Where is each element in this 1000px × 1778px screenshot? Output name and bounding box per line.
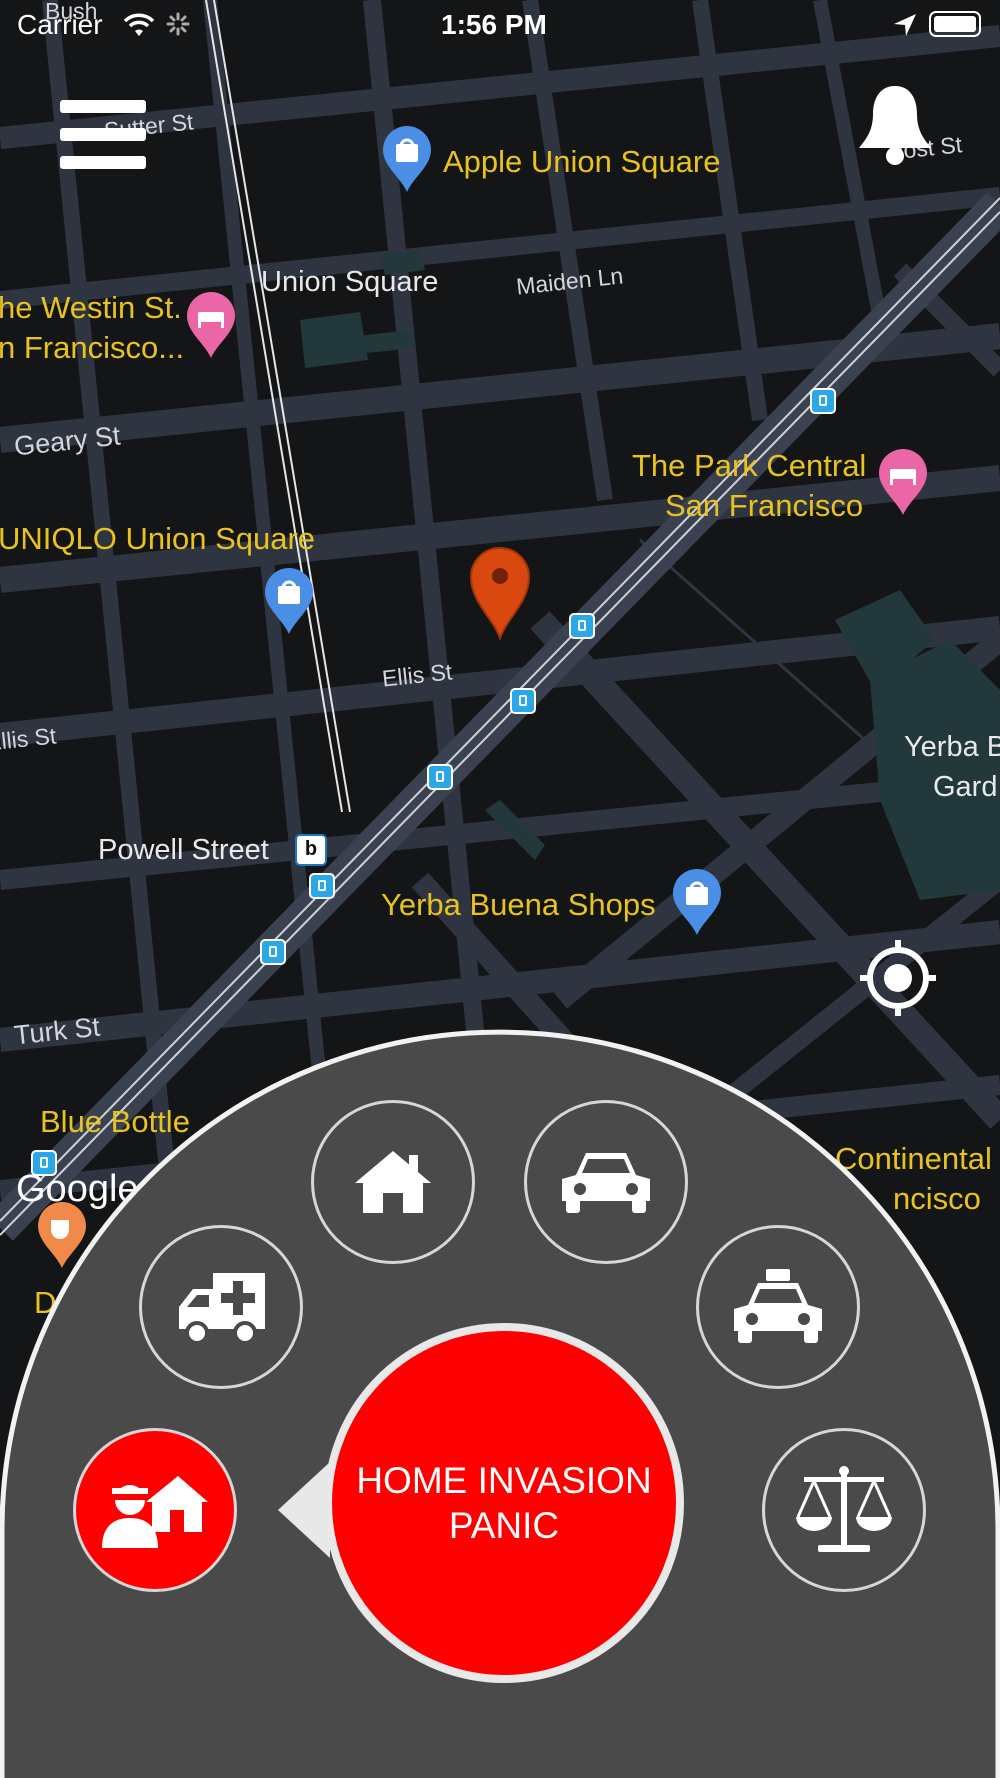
transit-stop-icon[interactable] [260, 939, 286, 965]
taxi-icon [734, 1269, 822, 1343]
taxi-emergency-button[interactable] [696, 1225, 860, 1389]
poi-label-apple-union-square[interactable]: Apple Union Square [443, 146, 720, 177]
poi-label-park-central-1[interactable]: The Park Central [632, 450, 866, 481]
poi-label-yerba-buena-gardens-1[interactable]: Yerba B [904, 733, 1000, 762]
hotel-pin-icon-2[interactable] [877, 447, 929, 517]
ambulance-icon [179, 1273, 265, 1345]
street-label-bush: Bush [45, 0, 98, 24]
poi-label-uniqlo[interactable]: UNIQLO Union Square [0, 523, 315, 554]
shopping-bag-pin-icon-3[interactable] [671, 867, 723, 937]
shopping-bag-pin-icon[interactable] [381, 124, 433, 194]
home-emergency-button[interactable] [311, 1100, 475, 1264]
battery-icon [929, 11, 981, 37]
recenter-location-button[interactable] [858, 938, 938, 1018]
poi-label-yerba-buena-gardens-2[interactable]: Gard [933, 773, 997, 802]
transit-stop-icon[interactable] [427, 764, 453, 790]
menu-button[interactable] [60, 98, 146, 174]
notifications-button[interactable] [855, 82, 935, 168]
car-icon [562, 1153, 650, 1213]
status-bar: Carrier 1:56 PM [0, 0, 1000, 50]
poi-label-park-central-2[interactable]: San Francisco [665, 490, 863, 521]
house-icon [355, 1151, 431, 1213]
hotel-pin-icon[interactable] [185, 290, 237, 360]
bart-station-icon[interactable]: b [295, 834, 327, 866]
panic-button[interactable]: HOME INVASION PANIC [324, 1323, 684, 1683]
medical-emergency-button[interactable] [139, 1225, 303, 1389]
location-arrow-icon [894, 14, 916, 36]
activity-spinner-icon [166, 12, 190, 36]
poi-label-union-square[interactable]: Union Square [261, 268, 438, 297]
legal-emergency-button[interactable] [762, 1428, 926, 1592]
poi-label-westin-1[interactable]: he Westin St. [0, 292, 182, 323]
clock: 1:56 PM [441, 9, 547, 40]
bell-icon [859, 86, 931, 165]
poi-label-yerba-buena-shops[interactable]: Yerba Buena Shops [381, 889, 656, 920]
transit-stop-icon[interactable] [510, 688, 536, 714]
selected-location-pin-icon[interactable] [469, 546, 531, 640]
poi-label-powell-street[interactable]: Powell Street [98, 836, 269, 865]
my-location-crosshair-icon [860, 940, 936, 1016]
scales-of-justice-icon [796, 1466, 892, 1552]
car-emergency-button[interactable] [524, 1100, 688, 1264]
wifi-icon [123, 13, 155, 36]
transit-stop-icon[interactable] [309, 873, 335, 899]
shopping-bag-pin-icon-2[interactable] [263, 566, 315, 636]
poi-label-westin-2[interactable]: n Francisco... [0, 332, 184, 363]
transit-stop-icon[interactable] [810, 388, 836, 414]
burglar-house-icon [102, 1476, 208, 1548]
home-invasion-emergency-button[interactable] [73, 1428, 237, 1592]
panic-button-label: HOME INVASION PANIC [356, 1459, 652, 1546]
hamburger-menu-icon [60, 100, 146, 169]
transit-stop-icon[interactable] [569, 613, 595, 639]
